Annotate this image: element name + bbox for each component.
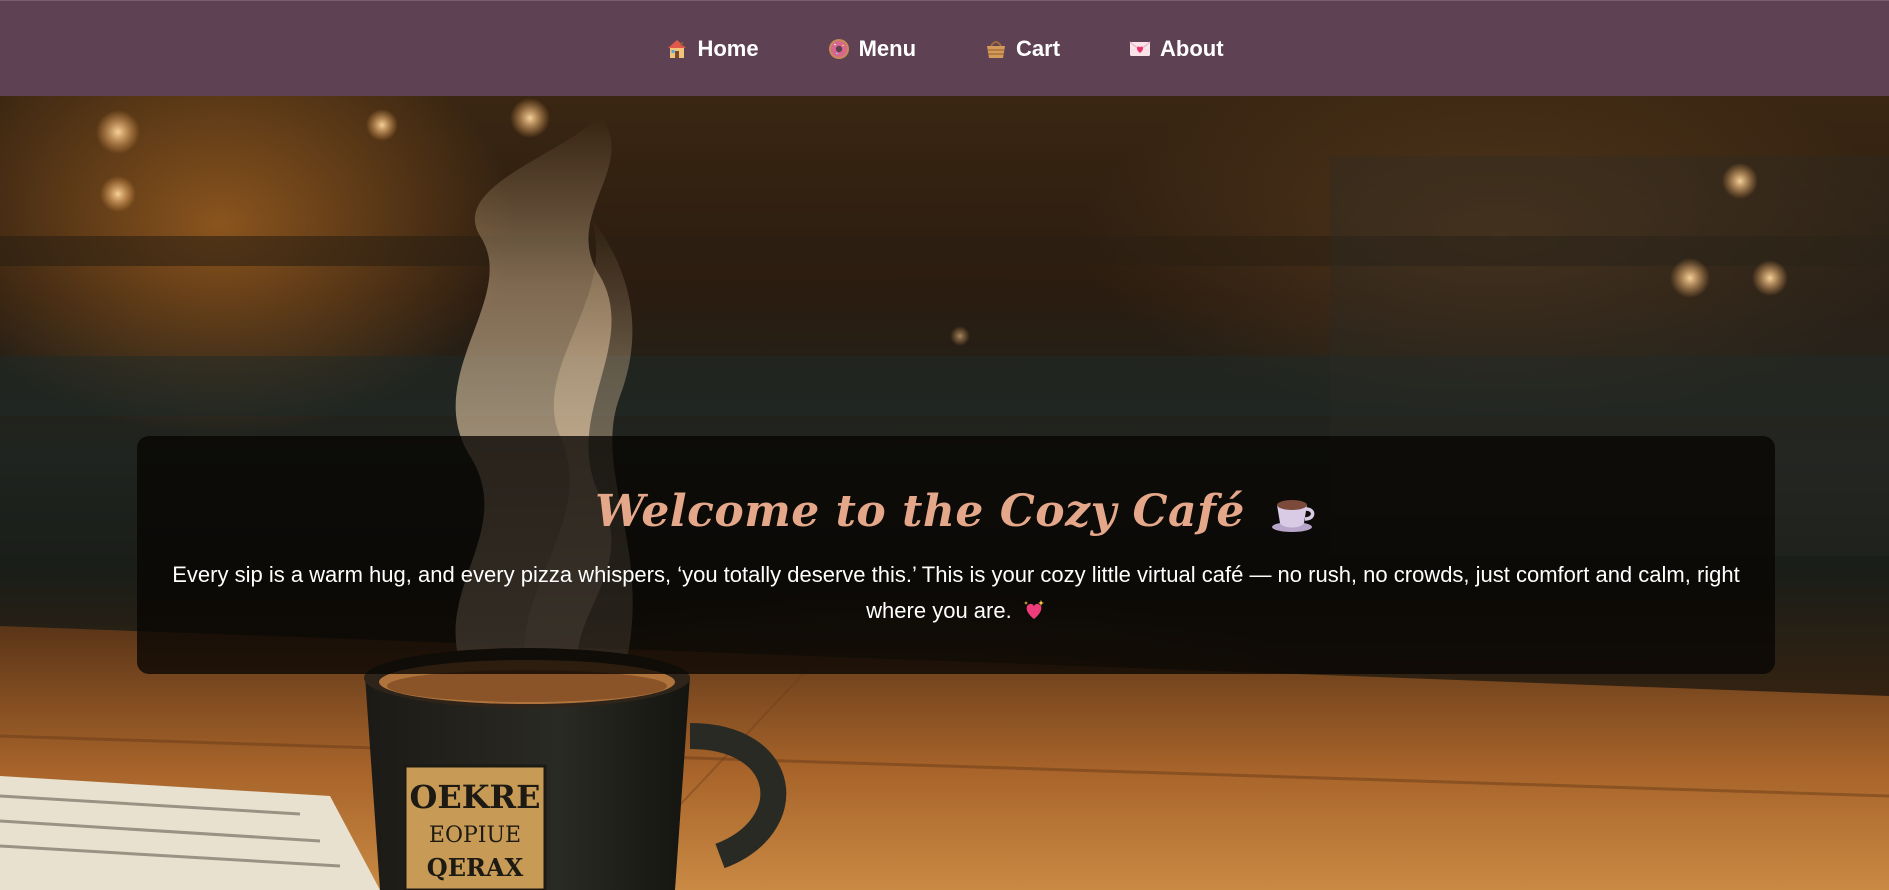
welcome-description-text: Every sip is a warm hug, and every pizza… xyxy=(172,562,1740,623)
welcome-description: Every sip is a warm hug, and every pizza… xyxy=(166,557,1746,629)
house-icon xyxy=(665,37,689,61)
nav-about-label: About xyxy=(1160,35,1224,61)
welcome-card: Welcome to the Cozy Café Every sip is a … xyxy=(137,436,1775,674)
mug-label-line-3: QERAX xyxy=(427,853,524,882)
nav-list: Home Menu Cart About xyxy=(631,36,1257,62)
nav-about-link[interactable]: About xyxy=(1128,36,1224,62)
basket-icon xyxy=(984,37,1008,61)
mug-label-line-2: EOPIUE xyxy=(429,823,521,848)
nav-cart-link[interactable]: Cart xyxy=(984,36,1060,62)
nav-home-label: Home xyxy=(697,35,759,61)
coffee-cup-icon xyxy=(1271,489,1317,535)
mug-label-line-1: OEKRE xyxy=(409,778,540,816)
donut-icon xyxy=(827,37,851,61)
nav-cart-label: Cart xyxy=(1016,35,1061,61)
nav-menu-label: Menu xyxy=(858,35,917,61)
nav-home-link[interactable]: Home xyxy=(665,35,759,62)
nav-menu-link[interactable]: Menu xyxy=(827,36,916,62)
welcome-title-text: Welcome to the Cozy Café xyxy=(595,486,1245,537)
top-navbar: Home Menu Cart About xyxy=(0,0,1889,96)
love-letter-icon xyxy=(1128,37,1152,61)
sparkling-heart-icon xyxy=(1022,598,1046,622)
welcome-title: Welcome to the Cozy Café xyxy=(137,486,1775,537)
